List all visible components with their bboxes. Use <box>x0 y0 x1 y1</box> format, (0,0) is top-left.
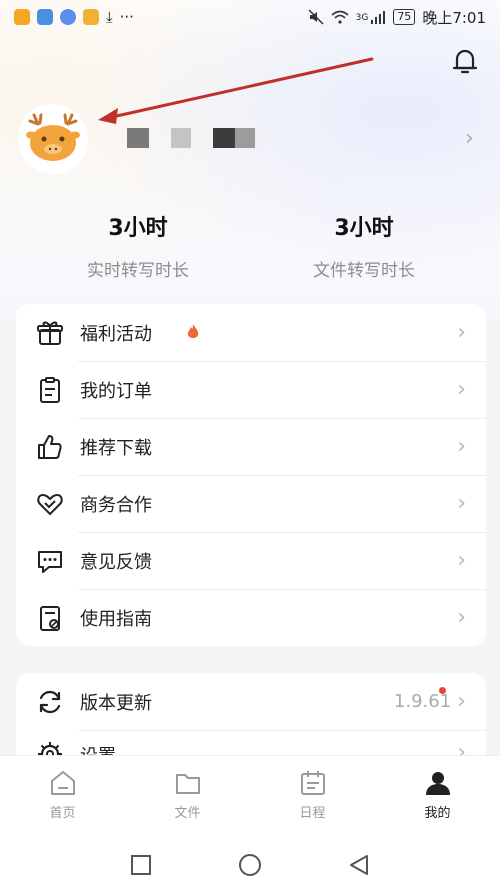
gear-icon <box>38 742 62 755</box>
tab-files[interactable]: 文件 <box>125 756 250 841</box>
chevron-right-icon: › <box>457 548 466 573</box>
update-badge-dot <box>439 687 446 694</box>
more-icon: ··· <box>119 8 134 26</box>
bell-icon[interactable] <box>448 44 482 78</box>
tab-mine[interactable]: 我的 <box>375 756 500 841</box>
deer-face-avatar-icon[interactable] <box>18 104 88 174</box>
handshake-heart-icon <box>37 493 63 515</box>
folder-icon <box>175 774 200 794</box>
calendar-icon <box>300 771 325 795</box>
mute-icon <box>308 9 324 25</box>
bottom-tab-bar: 首页 文件 日程 我的 <box>0 755 500 841</box>
menu-item-benefits[interactable]: 福利活动 › <box>16 304 486 361</box>
home-icon <box>50 771 75 795</box>
order-clipboard-icon <box>40 376 60 403</box>
chevron-right-icon: › <box>457 605 466 630</box>
menu-card: 福利活动 › 我的订单 › 推荐下载 › 商务合作 › 意见反馈 › 使用指南 … <box>16 304 486 646</box>
menu-item-label: 推荐下载 <box>80 437 152 459</box>
battery-indicator: 75 <box>393 9 416 25</box>
realtime-duration-stat[interactable]: 3小时 实时转写时长 <box>38 210 238 281</box>
app-notification-icon <box>60 9 76 25</box>
clock: 晚上7:01 <box>422 8 486 27</box>
menu-item-label: 意见反馈 <box>80 551 152 573</box>
app-notification-icon <box>14 9 30 25</box>
menu-item-orders[interactable]: 我的订单 › <box>16 361 486 418</box>
menu-item-label: 版本更新 <box>80 692 152 714</box>
status-bar: ⤓ ··· 3G 75 晚上7:01 <box>0 0 500 34</box>
system-nav-bar <box>0 840 500 889</box>
stat-label: 实时转写时长 <box>87 261 189 281</box>
wifi-icon <box>331 10 349 24</box>
tab-home[interactable]: 首页 <box>0 756 125 841</box>
app-notification-icon <box>37 9 53 25</box>
tab-label: 日程 <box>299 806 326 821</box>
refresh-icon <box>39 690 61 713</box>
chevron-right-icon: › <box>457 740 466 755</box>
thumbs-up-icon <box>38 434 62 459</box>
menu-item-recommend[interactable]: 推荐下载 › <box>16 418 486 475</box>
username-mosaic <box>213 128 235 148</box>
username-mosaic <box>127 128 149 148</box>
signal-icon <box>371 11 386 24</box>
status-bar-system: 3G 75 晚上7:01 <box>308 7 486 28</box>
network-type: 3G <box>355 12 369 23</box>
menu-item-label: 使用指南 <box>80 608 152 630</box>
menu-item-version-update[interactable]: 版本更新 1.9.61 › <box>16 673 486 730</box>
stat-value: 3小时 <box>108 216 168 241</box>
chevron-right-icon: › <box>457 320 466 345</box>
chevron-right-icon: › <box>457 491 466 516</box>
username-mosaic <box>235 128 255 148</box>
tab-label: 我的 <box>424 806 451 821</box>
menu-item-business[interactable]: 商务合作 › <box>16 475 486 532</box>
chevron-right-icon: › <box>457 689 466 714</box>
menu-item-label: 福利活动 <box>80 323 152 345</box>
stat-label: 文件转写时长 <box>313 261 415 281</box>
tab-schedule[interactable]: 日程 <box>250 756 375 841</box>
tab-label: 文件 <box>174 806 201 821</box>
chat-bubble-icon <box>38 550 62 573</box>
username-mosaic <box>171 128 191 148</box>
file-duration-stat[interactable]: 3小时 文件转写时长 <box>264 210 464 281</box>
settings-card: 版本更新 1.9.61 › 设置 › <box>16 673 486 755</box>
menu-item-label: 设置 <box>80 742 457 755</box>
guide-book-icon <box>40 605 60 631</box>
menu-item-guide[interactable]: 使用指南 › <box>16 589 486 646</box>
home-nav-icon[interactable] <box>238 853 262 877</box>
version-number: 1.9.61 <box>393 691 452 712</box>
menu-item-label: 商务合作 <box>80 494 152 516</box>
status-bar-notifications: ⤓ ··· <box>14 8 134 26</box>
app-notification-icon <box>83 9 99 25</box>
gift-icon <box>37 321 63 345</box>
menu-item-label: 我的订单 <box>80 380 152 402</box>
fire-icon <box>187 324 199 338</box>
chevron-right-icon: › <box>457 434 466 459</box>
menu-item-feedback[interactable]: 意见反馈 › <box>16 532 486 589</box>
menu-item-settings[interactable]: 设置 › <box>16 730 486 755</box>
tab-label: 首页 <box>49 806 76 821</box>
stat-value: 3小时 <box>334 216 394 241</box>
recent-apps-icon[interactable] <box>130 854 152 876</box>
profile-chevron-icon[interactable]: › <box>465 126 474 151</box>
person-icon <box>425 772 450 795</box>
back-icon[interactable] <box>348 854 370 876</box>
download-icon: ⤓ <box>106 8 113 26</box>
chevron-right-icon: › <box>457 377 466 402</box>
